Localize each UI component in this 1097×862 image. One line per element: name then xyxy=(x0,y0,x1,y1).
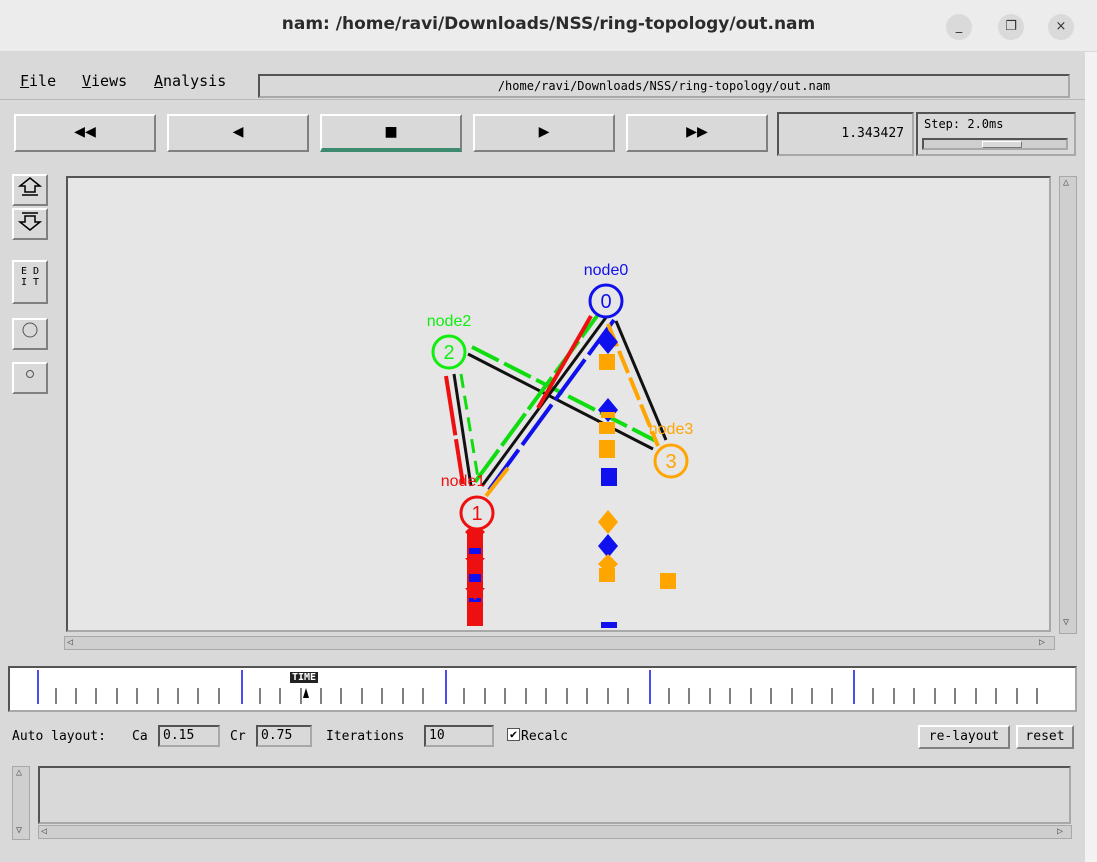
auto-layout-label: Auto layout: xyxy=(12,729,106,744)
time-display: 1.343427 xyxy=(777,112,914,156)
canvas-horizontal-scrollbar[interactable]: ◁ ▷ xyxy=(64,636,1055,650)
node-large-button[interactable] xyxy=(12,318,48,350)
canvas-vertical-scrollbar[interactable]: △ ▽ xyxy=(1059,176,1077,634)
zoom-out-icon xyxy=(17,212,43,231)
tool-panel: E D I T xyxy=(10,174,50,404)
file-path-display: /home/ravi/Downloads/NSS/ring-topology/o… xyxy=(258,74,1070,98)
scroll-down-icon[interactable]: ▽ xyxy=(16,825,22,836)
node-1-label: node1 xyxy=(441,473,486,490)
time-marker[interactable]: TIME xyxy=(290,672,319,683)
node-3-id: 3 xyxy=(665,451,676,473)
circle-small-icon xyxy=(26,370,34,378)
timeline-ticks xyxy=(37,670,1038,704)
circle-large-icon xyxy=(22,322,38,338)
step-slider[interactable] xyxy=(922,138,1068,150)
rewind-button[interactable]: ◀◀ xyxy=(14,114,156,152)
relayout-button[interactable]: re-layout xyxy=(918,725,1010,749)
cr-label: Cr xyxy=(230,729,246,744)
reset-button[interactable]: reset xyxy=(1016,725,1074,749)
step-control: Step: 2.0ms xyxy=(916,112,1076,156)
step-label: Step: 2.0ms xyxy=(924,117,1004,131)
node-small-button[interactable] xyxy=(12,362,48,394)
minimize-button[interactable]: _ xyxy=(946,14,972,40)
zoom-in-button[interactable] xyxy=(12,174,48,206)
iterations-label: Iterations xyxy=(326,729,405,744)
menu-analysis[interactable]: Analysis xyxy=(154,72,226,90)
scroll-down-icon[interactable]: ▽ xyxy=(1063,617,1069,628)
title-bar: nam: /home/ravi/Downloads/NSS/ring-topol… xyxy=(0,0,1097,52)
node-0-id: 0 xyxy=(600,291,611,313)
scroll-left-icon[interactable]: ◁ xyxy=(41,826,47,837)
packet-stream-node0 xyxy=(598,330,618,628)
scroll-up-icon[interactable]: △ xyxy=(16,767,22,778)
edit-label-line2: I T xyxy=(20,277,40,288)
node-2-id: 2 xyxy=(443,342,454,364)
annotation-horizontal-scrollbar[interactable]: ◁ ▷ xyxy=(38,825,1072,839)
menu-views[interactable]: Views xyxy=(82,72,127,90)
play-button[interactable]: ▶ xyxy=(473,114,615,152)
stop-button[interactable]: ■ xyxy=(320,114,462,152)
current-time: 1.343427 xyxy=(841,126,904,141)
window-edge xyxy=(1085,52,1097,862)
iterations-input[interactable]: 10 xyxy=(424,725,494,747)
zoom-out-button[interactable] xyxy=(12,208,48,240)
packet-node3 xyxy=(660,573,676,589)
recalc-label: Recalc xyxy=(521,729,568,744)
link-1-0[interactable] xyxy=(473,310,616,492)
window-title: nam: /home/ravi/Downloads/NSS/ring-topol… xyxy=(281,14,816,34)
nam-window: File Views Analysis /home/ravi/Downloads… xyxy=(0,52,1085,862)
scroll-right-icon[interactable]: ▷ xyxy=(1057,826,1063,837)
step-back-button[interactable]: ◀ xyxy=(167,114,309,152)
step-slider-thumb[interactable] xyxy=(982,141,1022,148)
node-2[interactable]: 2 node2 xyxy=(427,313,472,370)
link-1-orange[interactable] xyxy=(484,466,510,498)
node-3[interactable]: 3 node3 xyxy=(649,421,694,479)
maximize-button[interactable]: ❐ xyxy=(998,14,1024,40)
scroll-left-icon[interactable]: ◁ xyxy=(67,637,73,648)
auto-layout-bar: Auto layout: Ca 0.15 Cr 0.75 Iterations … xyxy=(10,725,1080,749)
packet-stream-node1 xyxy=(465,522,485,626)
timeline-slider[interactable]: TIME xyxy=(8,666,1077,712)
edit-label-line1: E D xyxy=(20,266,40,277)
scroll-up-icon[interactable]: △ xyxy=(1063,177,1069,188)
network-canvas[interactable]: 0 node0 2 node2 3 node3 1 node1 xyxy=(66,176,1051,632)
node-0-label: node0 xyxy=(584,262,629,279)
zoom-in-icon xyxy=(17,177,43,196)
node-1[interactable]: 1 node1 xyxy=(441,473,495,531)
link-2-1[interactable] xyxy=(444,373,480,487)
node-2-label: node2 xyxy=(427,313,472,330)
annotation-panel[interactable] xyxy=(38,766,1071,824)
ca-label: Ca xyxy=(132,729,148,744)
close-button[interactable]: × xyxy=(1048,14,1074,40)
node-0[interactable]: 0 node0 xyxy=(584,262,629,319)
cr-input[interactable]: 0.75 xyxy=(256,725,312,747)
topology-view[interactable]: 0 node0 2 node2 3 node3 1 node1 xyxy=(68,178,1049,630)
fast-forward-button[interactable]: ▶▶ xyxy=(626,114,768,152)
node-3-label: node3 xyxy=(649,421,694,438)
edit-button[interactable]: E D I T xyxy=(12,260,48,304)
annotation-vertical-scrollbar[interactable]: △ ▽ xyxy=(12,766,30,840)
recalc-checkbox[interactable]: ✔ xyxy=(507,728,520,741)
ca-input[interactable]: 0.15 xyxy=(158,725,220,747)
menu-bar: File Views Analysis /home/ravi/Downloads… xyxy=(0,60,1085,100)
scroll-right-icon[interactable]: ▷ xyxy=(1039,637,1045,648)
menu-file[interactable]: File xyxy=(20,72,56,90)
node-1-id: 1 xyxy=(471,503,482,525)
